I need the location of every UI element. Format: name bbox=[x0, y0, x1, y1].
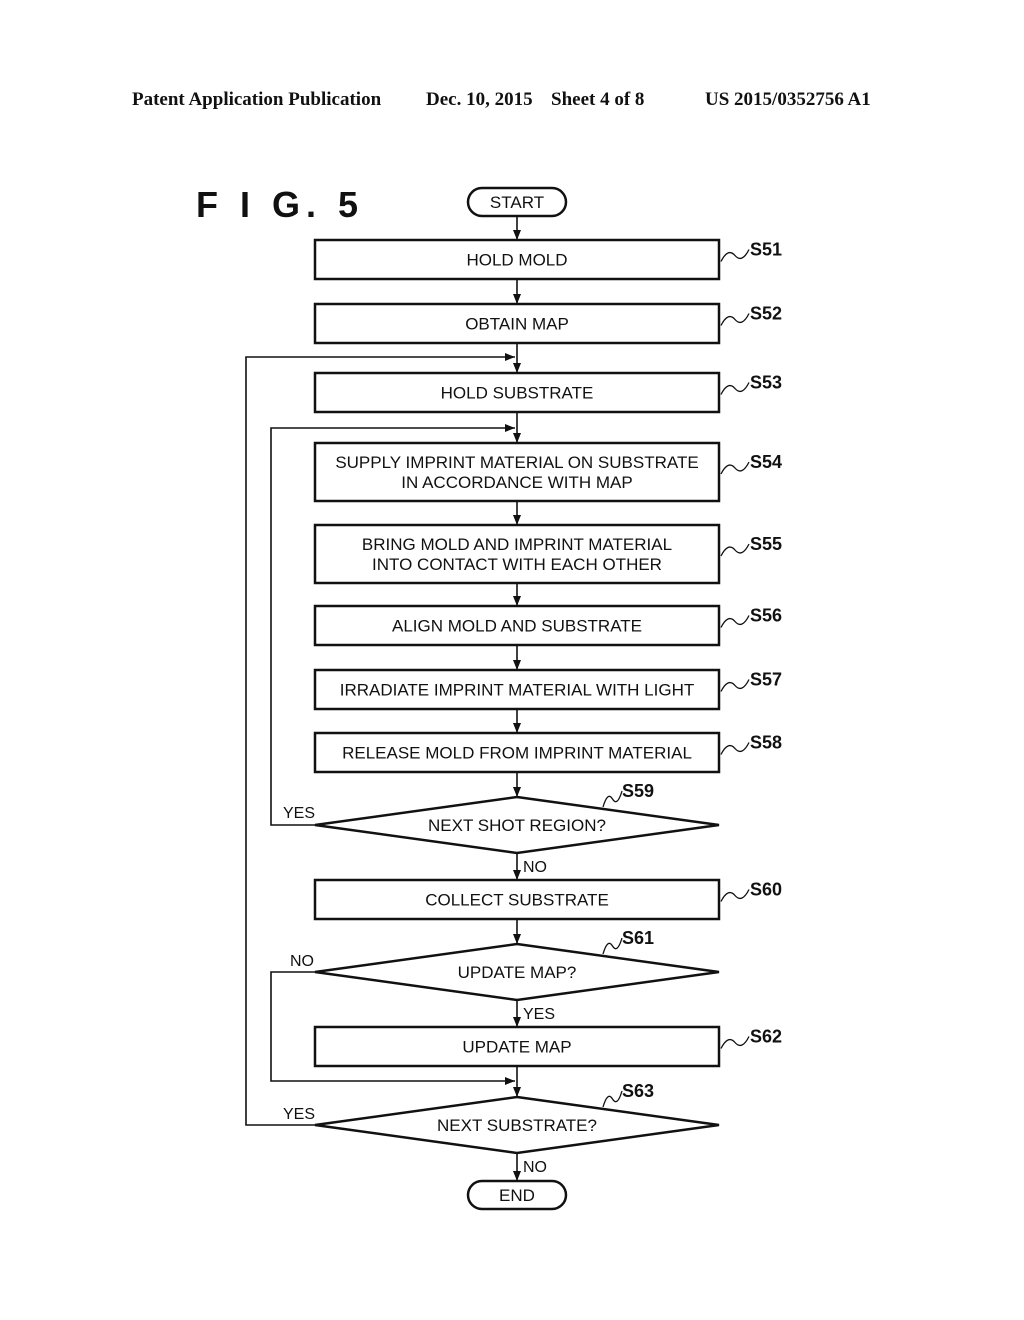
step-label-s55: S55 bbox=[750, 534, 782, 554]
step-label-s58: S58 bbox=[750, 733, 782, 753]
step-label-s54: S54 bbox=[750, 452, 782, 472]
process-box-s51-text: HOLD MOLD bbox=[466, 251, 567, 270]
leader-s57 bbox=[720, 679, 750, 692]
process-box-s58-text: RELEASE MOLD FROM IMPRINT MATERIAL bbox=[342, 744, 692, 763]
arrowhead-down bbox=[513, 294, 521, 304]
step-label-s57: S57 bbox=[750, 670, 782, 690]
step-label-s56: S56 bbox=[750, 606, 782, 626]
branch-label-yes-s61: YES bbox=[523, 1006, 555, 1023]
arrowhead-down bbox=[513, 1171, 521, 1181]
process-box-s56-text: ALIGN MOLD AND SUBSTRATE bbox=[392, 617, 642, 636]
branch-label-yes-s59: YES bbox=[283, 805, 315, 822]
arrowhead-down bbox=[513, 1087, 521, 1097]
leader-s55 bbox=[720, 543, 750, 557]
process-box-s55 bbox=[313, 523, 721, 585]
arrowhead-down bbox=[513, 934, 521, 944]
start-terminator-label: START bbox=[490, 193, 544, 212]
process-box-s55-text: INTO CONTACT WITH EACH OTHER bbox=[372, 555, 662, 574]
flowchart: START HOLD MOLD S51 OBTAIN MAP S52 HOLD SUBST… bbox=[245, 186, 782, 1211]
leader-s52 bbox=[720, 313, 750, 326]
leader-s63 bbox=[602, 1090, 623, 1108]
process-box-s54-text: SUPPLY IMPRINT MATERIAL ON SUBSTRATE bbox=[335, 453, 698, 472]
step-label-s60: S60 bbox=[750, 880, 782, 900]
leader-s59 bbox=[602, 790, 623, 808]
arrowhead-down bbox=[513, 870, 521, 880]
arrowhead-down bbox=[513, 433, 521, 443]
decision-s59-text: NEXT SHOT REGION? bbox=[428, 816, 606, 835]
arrowhead-down bbox=[513, 515, 521, 525]
process-box-s57-text: IRRADIATE IMPRINT MATERIAL WITH LIGHT bbox=[340, 681, 695, 700]
arrowhead-right bbox=[505, 424, 515, 432]
process-box-s53-text: HOLD SUBSTRATE bbox=[441, 384, 594, 403]
branch-label-yes-s63: YES bbox=[283, 1106, 315, 1123]
leader-s58 bbox=[720, 742, 750, 755]
arrowhead-right bbox=[505, 1077, 515, 1085]
leader-s51 bbox=[720, 249, 750, 262]
leader-s60 bbox=[720, 889, 750, 902]
step-label-s61: S61 bbox=[622, 928, 654, 948]
process-box-s54 bbox=[313, 441, 721, 503]
decision-s63-text: NEXT SUBSTRATE? bbox=[437, 1116, 597, 1135]
arrowhead-down bbox=[513, 230, 521, 240]
leader-s56 bbox=[720, 615, 750, 628]
step-label-s53: S53 bbox=[750, 373, 782, 393]
leader-s53 bbox=[720, 382, 750, 395]
leader-s61 bbox=[602, 937, 623, 955]
process-box-s55-text: BRING MOLD AND IMPRINT MATERIAL bbox=[362, 535, 672, 554]
step-label-s52: S52 bbox=[750, 304, 782, 324]
decision-s61-text: UPDATE MAP? bbox=[458, 963, 577, 982]
branch-label-no-s59: NO bbox=[523, 859, 547, 876]
arrowhead-down bbox=[513, 660, 521, 670]
process-box-s60-text: COLLECT SUBSTRATE bbox=[425, 891, 609, 910]
process-box-s54-text: IN ACCORDANCE WITH MAP bbox=[401, 473, 632, 492]
leader-s62 bbox=[720, 1036, 750, 1049]
leader-s54 bbox=[720, 461, 750, 475]
step-label-s62: S62 bbox=[750, 1027, 782, 1047]
process-box-s62-text: UPDATE MAP bbox=[462, 1038, 571, 1057]
branch-label-no-s61: NO bbox=[290, 953, 314, 970]
arrowhead-down bbox=[513, 723, 521, 733]
branch-label-no-s63: NO bbox=[523, 1159, 547, 1176]
arrowhead-down bbox=[513, 363, 521, 373]
step-label-s63: S63 bbox=[622, 1081, 654, 1101]
arrowhead-right bbox=[505, 353, 515, 361]
arrowhead-down bbox=[513, 787, 521, 797]
arrowhead-down bbox=[513, 596, 521, 606]
end-terminator-label: END bbox=[499, 1186, 535, 1205]
arrowhead-down bbox=[513, 1017, 521, 1027]
step-label-s59: S59 bbox=[622, 781, 654, 801]
process-box-s52-text: OBTAIN MAP bbox=[465, 315, 569, 334]
step-label-s51: S51 bbox=[750, 240, 782, 260]
